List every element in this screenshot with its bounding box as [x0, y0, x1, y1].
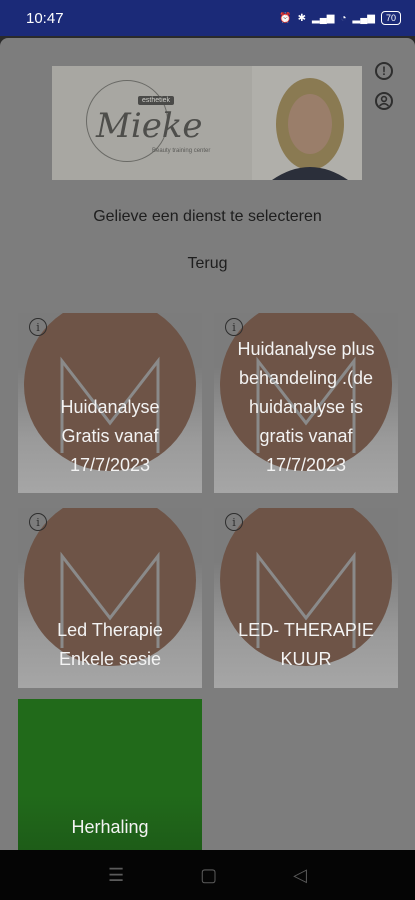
info-icon[interactable]: i	[29, 513, 47, 531]
card-title-line: Enkele sesie	[58, 649, 162, 669]
wifi-icon: ◔	[340, 12, 347, 24]
card-title-line: Gratis vanaf	[61, 426, 159, 446]
back-button[interactable]: Terug	[0, 255, 415, 273]
status-time: 10:47	[26, 9, 64, 27]
service-card-huidanalyse-plus[interactable]: Huidanalyse plus behandeling .(de huidan…	[214, 313, 398, 493]
menu-icon[interactable]: ☰	[108, 865, 124, 886]
card-title-line: Huidanalyse plus	[237, 339, 375, 359]
card-title-line: gratis vanaf	[259, 426, 353, 446]
card-title-line: LED- THERAPIE	[238, 620, 374, 640]
card-title: LED- THERAPIE KUUR	[214, 616, 398, 674]
banner: esthetiek Mieke Beauty training center	[52, 66, 362, 180]
info-icon[interactable]: i	[225, 513, 243, 531]
card-title: Huidanalyse Gratis vanaf 17/7/2023	[18, 393, 202, 480]
select-service-label: Gelieve een dienst te selecteren	[93, 208, 322, 225]
card-title-line: 17/7/2023	[265, 455, 347, 475]
signal-icon-2: ▂▄▆	[352, 12, 375, 24]
info-icon[interactable]: i	[225, 318, 243, 336]
signal-icon: ▂▄▆	[312, 12, 335, 24]
card-title-line: Herhaling	[71, 817, 149, 837]
status-icons: ⏰ ✱ ▂▄▆ ◔ ▂▄▆ 70	[279, 11, 401, 25]
logo-tag: esthetiek	[138, 96, 175, 105]
back-icon[interactable]: ◁	[293, 865, 307, 886]
alarm-icon: ⏰	[279, 12, 292, 24]
alert-icon[interactable]: !	[375, 62, 393, 80]
status-bar: 10:47 ⏰ ✱ ▂▄▆ ◔ ▂▄▆ 70	[0, 0, 415, 36]
top-icons: !	[375, 62, 393, 110]
card-title: Huidanalyse plus behandeling .(de huidan…	[214, 335, 398, 480]
card-title: Herhaling	[18, 813, 202, 842]
service-card-led-therapie-kuur[interactable]: LED- THERAPIE KUUR	[214, 508, 398, 688]
info-icon[interactable]: i	[29, 318, 47, 336]
user-account-icon[interactable]	[375, 92, 393, 110]
logo-name: Mieke	[96, 106, 203, 146]
service-card-led-therapie[interactable]: Led Therapie Enkele sesie	[18, 508, 202, 688]
card-title-line: KUUR	[280, 649, 332, 669]
system-nav-bar: ☰ ▢ ◁	[0, 850, 415, 900]
service-card-herhaling[interactable]: Herhaling	[18, 699, 202, 850]
service-card-huidanalyse[interactable]: Huidanalyse Gratis vanaf 17/7/2023	[18, 313, 202, 493]
logo-subtitle: Beauty training center	[152, 148, 211, 154]
battery-indicator: 70	[380, 11, 401, 25]
card-title-line: Led Therapie	[57, 620, 163, 640]
home-icon[interactable]: ▢	[200, 865, 217, 886]
card-title: Led Therapie Enkele sesie	[18, 616, 202, 674]
bottom-sheet: esthetiek Mieke Beauty training center !…	[0, 38, 415, 850]
card-title-line: Huidanalyse	[60, 397, 160, 417]
card-title-line: huidanalyse is	[248, 397, 364, 417]
card-title-line: 17/7/2023	[69, 455, 151, 475]
portrait-image	[252, 66, 362, 180]
card-title-line: behandeling .(de	[238, 368, 374, 388]
bluetooth-icon: ✱	[297, 12, 306, 24]
